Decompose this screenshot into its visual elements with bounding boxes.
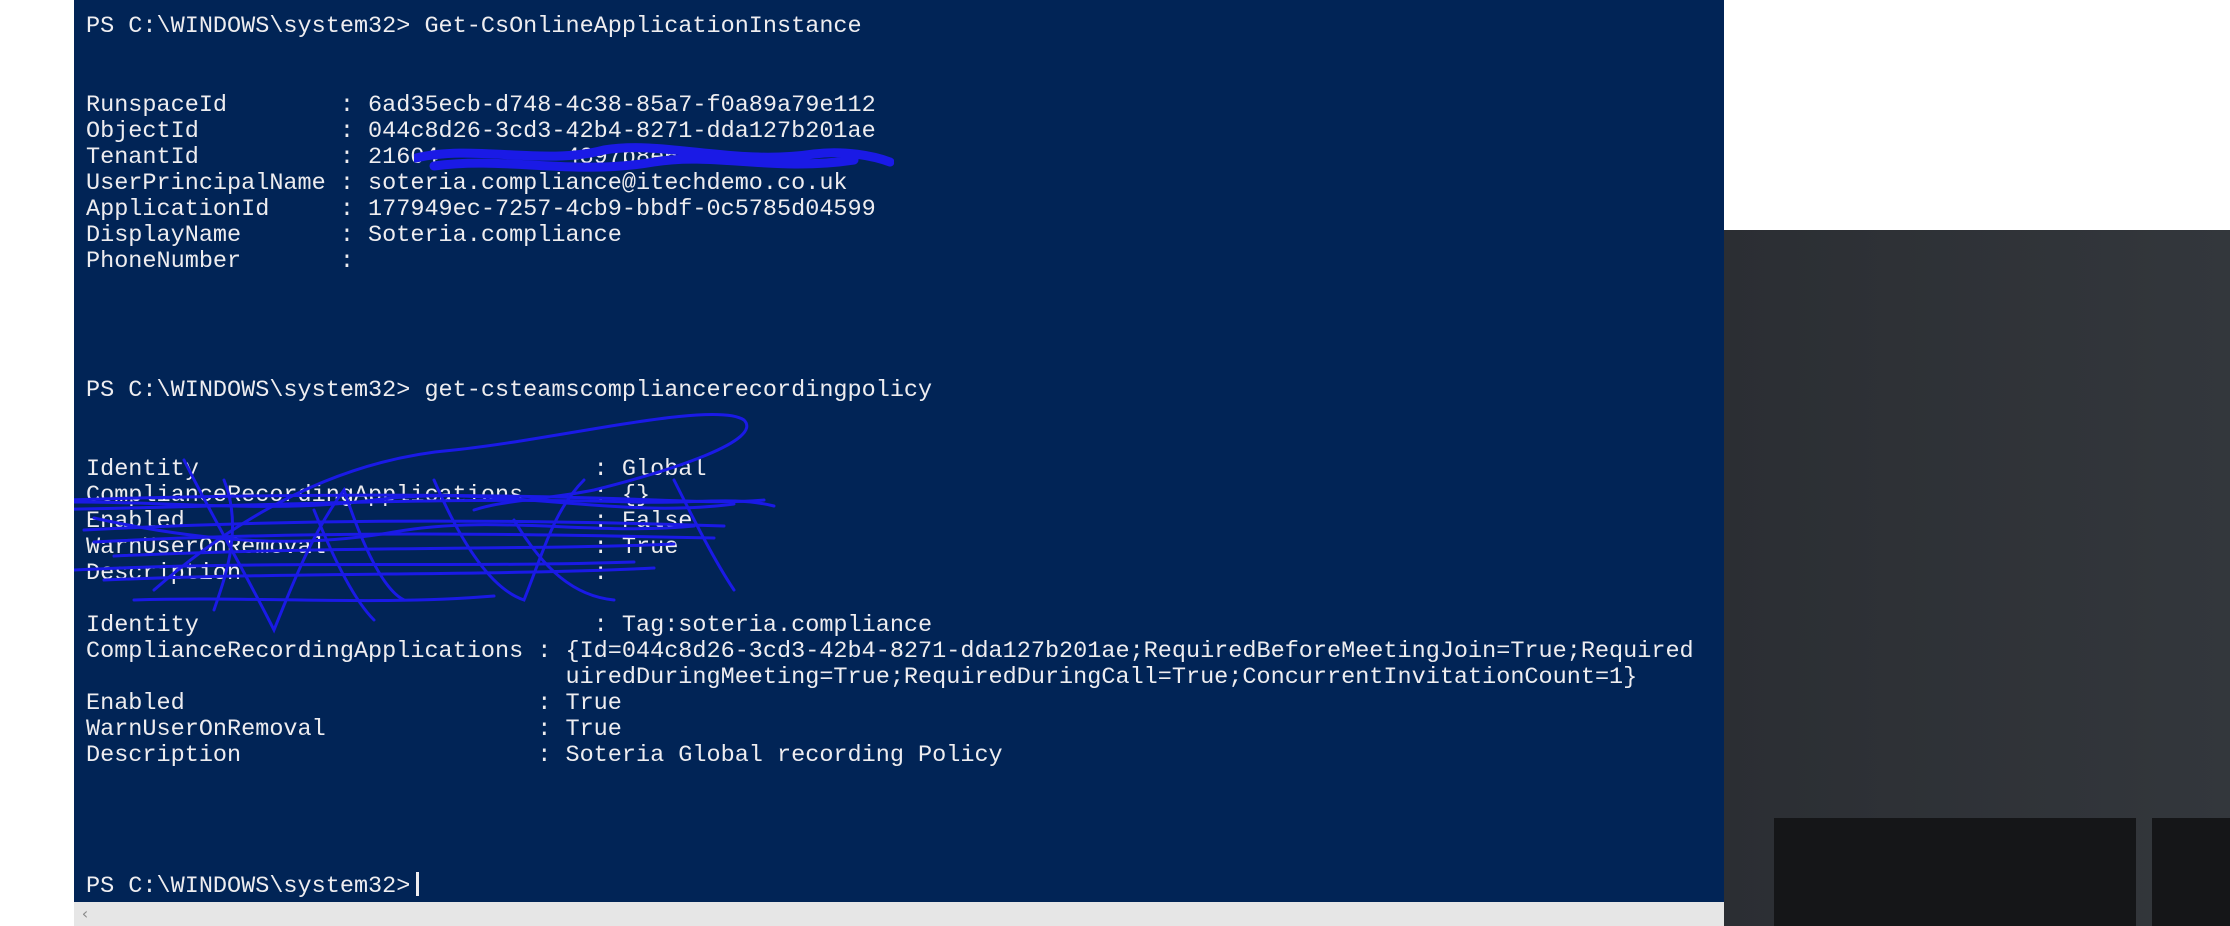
overlay-window-body xyxy=(1724,230,2230,926)
console-line: uiredDuringMeeting=True;RequiredDuringCa… xyxy=(86,664,1638,691)
console-line: PhoneNumber : xyxy=(86,248,354,275)
console-line: WarnUserOnRemoval : True xyxy=(86,534,679,561)
overlay-tile xyxy=(2152,818,2230,926)
console-line: Identity : Tag:soteria.compliance xyxy=(86,612,933,639)
console-line: Description : xyxy=(86,560,608,587)
console-line: Description : Soteria Global recording P… xyxy=(86,742,1003,769)
text-cursor xyxy=(416,872,420,896)
console-line: ApplicationId : 177949ec-7257-4cb9-bbdf-… xyxy=(86,196,876,223)
prompt-text: PS C:\WINDOWS\system32> xyxy=(86,873,411,900)
console-line: DisplayName : Soteria.compliance xyxy=(86,222,622,249)
overlay-window-titlebar xyxy=(1724,168,2230,230)
console-line: ComplianceRecordingApplications : {Id=04… xyxy=(86,638,1694,665)
powershell-console[interactable]: PS C:\WINDOWS\system32> Get-CsOnlineAppl… xyxy=(74,0,1724,902)
horizontal-scrollbar[interactable]: ‹ xyxy=(74,902,1724,926)
chevron-left-icon[interactable]: ‹ xyxy=(74,902,96,926)
redaction-scribble-tenant xyxy=(414,143,894,172)
console-line: RunspaceId : 6ad35ecb-d748-4c38-85a7-f0a… xyxy=(86,92,876,119)
console-line: PS C:\WINDOWS\system32> get-csteamscompl… xyxy=(86,377,933,404)
console-line: WarnUserOnRemoval : True xyxy=(86,716,622,743)
overlapping-window[interactable] xyxy=(1724,168,2230,926)
console-line: Enabled : False xyxy=(86,508,693,535)
console-line: ComplianceRecordingApplications : {} xyxy=(86,482,651,509)
console-line: Identity : Global xyxy=(86,456,707,483)
console-line: PS C:\WINDOWS\system32> Get-CsOnlineAppl… xyxy=(86,13,862,40)
console-line: Enabled : True xyxy=(86,690,622,717)
console-prompt[interactable]: PS C:\WINDOWS\system32> xyxy=(86,872,420,900)
overlay-tile xyxy=(1774,818,2136,926)
